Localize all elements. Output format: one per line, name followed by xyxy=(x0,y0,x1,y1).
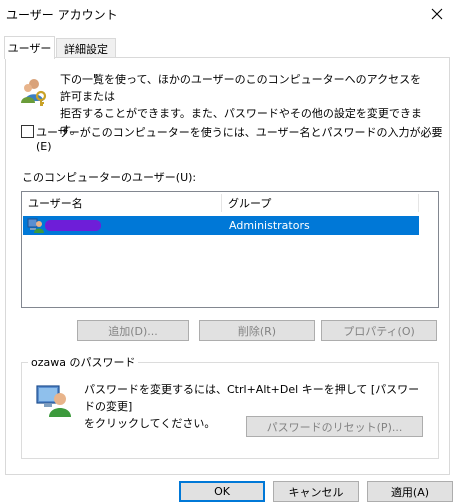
user-keyboard-icon xyxy=(36,382,72,421)
close-icon xyxy=(431,8,443,20)
require-login-label[interactable]: ユーザーがこのコンピューターを使うには、ユーザー名とパスワードの入力が必要(E) xyxy=(36,124,454,153)
apply-button[interactable]: 適用(A) xyxy=(367,481,453,502)
table-row[interactable]: Administrators xyxy=(23,216,419,235)
users-list[interactable]: ユーザー名 グループ Administrators xyxy=(21,191,439,308)
column-divider[interactable] xyxy=(418,194,419,212)
user-icon xyxy=(27,217,45,237)
ok-button[interactable]: OK xyxy=(179,481,265,502)
password-group-title: ozawa のパスワード xyxy=(28,354,139,370)
users-list-label: このコンピューターのユーザー(U): xyxy=(22,171,197,184)
users-key-icon xyxy=(20,77,48,110)
column-header-group[interactable]: グループ xyxy=(222,192,418,214)
add-user-button[interactable]: 追加(D)... xyxy=(77,320,189,341)
username-redaction xyxy=(45,220,101,231)
tab-advanced[interactable]: 詳細設定 xyxy=(56,38,116,58)
cancel-button[interactable]: キャンセル xyxy=(273,481,359,502)
tab-users[interactable]: ユーザー xyxy=(4,36,55,59)
window-title: ユーザー アカウント xyxy=(6,8,118,22)
close-button[interactable] xyxy=(424,2,450,26)
properties-button[interactable]: プロパティ(O) xyxy=(321,320,437,341)
users-description-line1: 下の一覧を使って、ほかのユーザーのこのコンピューターへのアクセスを許可または xyxy=(60,73,422,103)
row-group: Administrators xyxy=(229,219,310,232)
password-instructions-line1: パスワードを変更するには、Ctrl+Alt+Del キーを押して [パスワードの… xyxy=(84,383,420,413)
require-login-checkbox[interactable] xyxy=(21,125,34,138)
column-header-username[interactable]: ユーザー名 xyxy=(22,192,221,214)
reset-password-button[interactable]: パスワードのリセット(P)... xyxy=(246,416,423,437)
remove-user-button[interactable]: 削除(R) xyxy=(199,320,315,341)
